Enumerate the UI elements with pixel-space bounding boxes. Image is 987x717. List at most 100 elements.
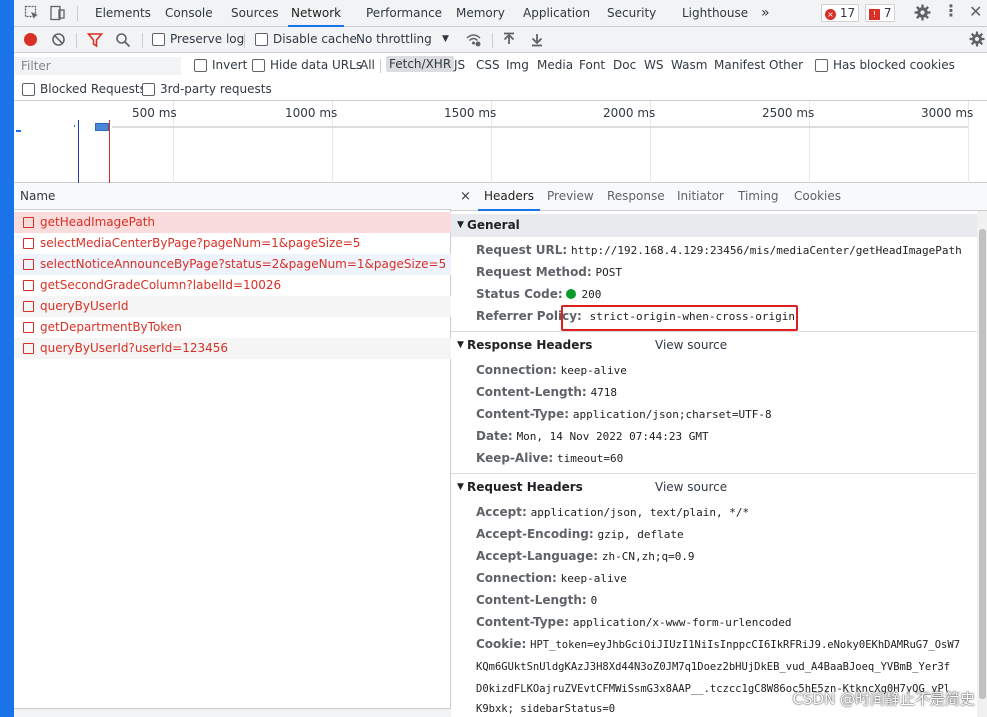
warning-count-badge[interactable]: ! 7 [865,4,896,22]
type-filter-other[interactable]: Other [769,58,803,72]
hide-data-urls-checkbox[interactable] [252,59,265,72]
type-filter-doc[interactable]: Doc [613,58,636,72]
header-key: Content-Type: [476,407,570,421]
tab-response[interactable]: Response [607,183,665,211]
type-filter-css[interactable]: CSS [476,58,500,72]
tab-performance[interactable]: Performance [366,0,442,27]
general-section-header[interactable]: ▼ General [451,214,977,237]
more-tabs-button[interactable]: » [761,0,770,27]
request-row[interactable]: getSecondGradeColumn?labelId=10026 [14,275,451,296]
divider [142,33,143,48]
tab-console[interactable]: Console [165,0,213,27]
request-icon [23,217,34,228]
warning-count: 7 [883,6,892,20]
request-name: getHeadImagePath [40,215,156,229]
request-view-source-link[interactable]: View source [655,476,727,499]
throttling-dropdown-icon[interactable]: ▼ [442,34,449,44]
tab-initiator[interactable]: Initiator [677,183,724,211]
tab-headers[interactable]: Headers [478,183,540,211]
tab-application[interactable]: Application [523,0,590,27]
type-filter-fetch-xhr[interactable]: Fetch/XHR [386,56,455,72]
details-scrollbar[interactable] [977,211,987,717]
tab-preview[interactable]: Preview [547,183,594,211]
filter-icon[interactable] [86,32,104,48]
type-filter-wasm[interactable]: Wasm [671,58,707,72]
type-filter-font[interactable]: Font [579,58,605,72]
record-icon[interactable] [24,33,37,46]
disable-cache-checkbox[interactable] [255,33,268,46]
close-devtools-icon[interactable]: ✕ [969,3,985,21]
device-toolbar-icon[interactable] [49,5,65,21]
request-headers-section-header[interactable]: ▼ Request Headers View source [451,476,977,499]
scrollbar-thumb[interactable] [979,229,986,699]
type-filter-media[interactable]: Media [537,58,573,72]
type-filter-js[interactable]: JS [454,58,465,72]
status-code-key: Status Code: [476,287,563,301]
response-headers-section-header[interactable]: ▼ Response Headers View source [451,334,977,357]
request-name: getDepartmentByToken [40,320,182,334]
response-header-row: Date: Mon, 14 Nov 2022 07:44:23 GMT [476,429,709,443]
request-row[interactable]: queryByUserId [14,296,451,317]
throttling-select[interactable]: No throttling [356,32,432,46]
network-conditions-icon[interactable] [465,32,481,48]
settings-gear-icon[interactable] [914,4,931,21]
name-column-header[interactable]: Name [14,183,451,210]
header-value: application/x-www-form-urlencoded [572,616,792,629]
request-icon [23,238,34,249]
filter-input[interactable]: Filter [15,57,181,75]
request-icon [23,322,34,333]
request-header-row: Content-Type: application/x-www-form-url… [476,615,791,629]
header-key: Accept-Language: [476,549,599,563]
tab-sources[interactable]: Sources [231,0,278,27]
tab-security[interactable]: Security [607,0,656,27]
response-headers-title: Response Headers [467,338,593,352]
search-icon[interactable] [115,32,131,48]
tick-label: 2000 ms [603,106,656,120]
type-filter-img[interactable]: Img [506,58,529,72]
request-row[interactable]: getHeadImagePath [14,212,451,233]
request-icon [23,301,34,312]
has-blocked-cookies-checkbox[interactable] [815,59,828,72]
request-header-row: Content-Length: 0 [476,593,597,607]
more-options-icon[interactable]: ⋮ [943,3,959,20]
tab-elements[interactable]: Elements [95,0,151,27]
tab-memory[interactable]: Memory [456,0,505,27]
clear-icon[interactable] [51,32,67,48]
request-row[interactable]: queryByUserId?userId=123456 [14,338,451,359]
type-filter-manifest[interactable]: Manifest [714,58,765,72]
inspect-element-icon[interactable] [24,5,40,21]
error-count-badge[interactable]: × 17 [821,4,860,22]
header-key: Keep-Alive: [476,451,554,465]
tab-network[interactable]: Network [288,0,345,27]
preserve-log-checkbox[interactable] [152,33,165,46]
request-name: queryByUserId [40,299,129,313]
divider [76,33,77,48]
blocked-requests-checkbox[interactable] [22,83,35,96]
export-har-icon[interactable] [530,32,546,48]
type-filter-all[interactable]: All [360,58,375,72]
response-view-source-link[interactable]: View source [655,334,727,357]
network-settings-gear-icon[interactable] [969,31,985,47]
import-har-icon[interactable] [502,32,518,48]
tab-timing[interactable]: Timing [738,183,779,211]
request-row[interactable]: selectNoticeAnnounceByPage?status=2&page… [14,254,451,275]
header-key: Connection: [476,363,557,377]
request-row[interactable]: selectMediaCenterByPage?pageNum=1&pageSi… [14,233,451,254]
status-code-row: Status Code: 200 [476,287,601,301]
header-value: keep-alive [560,364,627,377]
window-edge [0,101,14,183]
status-code-value: 200 [581,288,602,301]
close-details-icon[interactable]: × [460,183,471,211]
request-row[interactable]: getDepartmentByToken [14,317,451,338]
header-key: Accept: [476,505,527,519]
third-party-requests-checkbox[interactable] [142,83,155,96]
tab-cookies[interactable]: Cookies [794,183,841,211]
timeline-overview[interactable]: 500 ms 1000 ms 1500 ms 2000 ms 2500 ms 3… [14,101,987,183]
invert-checkbox[interactable] [194,59,207,72]
header-key: Content-Type: [476,615,570,629]
tab-lighthouse[interactable]: Lighthouse [682,0,748,27]
network-toolbar: Preserve log Disable cache No throttling… [0,27,987,53]
request-bar [112,126,968,128]
type-filter-ws[interactable]: WS [644,58,663,72]
load-event-line [109,120,110,183]
